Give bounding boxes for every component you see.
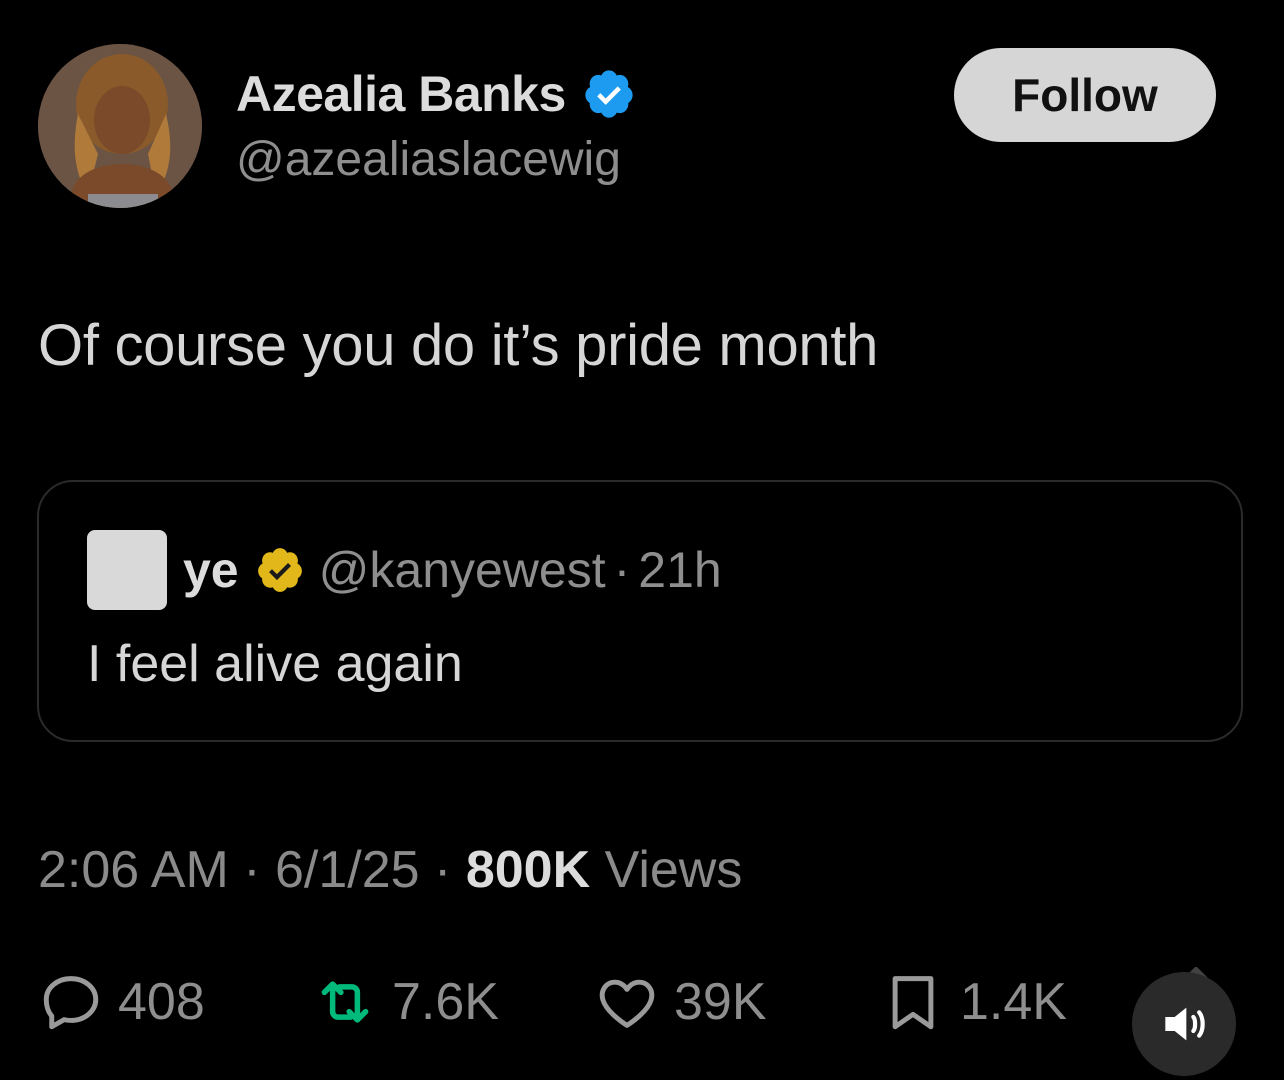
gold-verified-badge-icon	[257, 548, 302, 592]
quoted-text: I feel alive again	[87, 635, 463, 693]
tweet-date[interactable]: 6/1/25	[275, 840, 420, 900]
tweet-text: Of course you do it’s pride month	[38, 313, 879, 378]
quoted-tweet-card[interactable]: ye @kanyewest · 21h I feel alive again	[37, 480, 1243, 742]
heart-icon	[599, 979, 655, 1028]
quoted-separator: ·	[613, 542, 631, 598]
bookmark-icon	[892, 976, 934, 1030]
quoted-age[interactable]: 21h	[638, 541, 721, 599]
author-handle[interactable]: @azealiaslacewig	[236, 132, 621, 187]
verified-badge-icon	[585, 70, 633, 118]
meta-separator: ·	[419, 841, 466, 899]
reply-count: 408	[118, 973, 205, 1031]
meta-separator: ·	[228, 841, 276, 899]
bookmark-button[interactable]: 1.4K	[880, 969, 1136, 1035]
tweet-time[interactable]: 2:06 AM	[38, 840, 229, 900]
author-avatar[interactable]	[38, 44, 202, 208]
repost-button[interactable]: 7.6K	[312, 969, 594, 1035]
like-button[interactable]: 39K	[594, 969, 880, 1035]
reply-icon	[43, 976, 99, 1030]
like-count: 39K	[674, 973, 767, 1031]
follow-button[interactable]: Follow	[954, 48, 1216, 142]
author-name-row: Azealia Banks	[236, 64, 636, 124]
views-label: Views	[590, 841, 743, 899]
quoted-avatar[interactable]	[87, 530, 167, 610]
quoted-handle[interactable]: @kanyewest	[319, 541, 606, 599]
bookmark-count: 1.4K	[960, 973, 1067, 1031]
repost-icon	[321, 981, 369, 1023]
author-display-name[interactable]: Azealia Banks	[236, 65, 566, 123]
repost-count: 7.6K	[392, 973, 499, 1031]
views-count: 800K	[465, 841, 591, 899]
sound-toggle-button[interactable]	[1132, 972, 1236, 1076]
quoted-display-name[interactable]: ye	[183, 541, 239, 599]
tweet-meta: 2:06 AM · 6/1/25 · 800K Views	[38, 838, 742, 902]
speaker-icon	[1165, 1007, 1205, 1041]
quoted-header: ye @kanyewest · 21h	[183, 540, 722, 600]
action-bar: 408 7.6K 39K 1.4K	[38, 966, 1136, 1038]
reply-button[interactable]: 408	[38, 969, 312, 1035]
